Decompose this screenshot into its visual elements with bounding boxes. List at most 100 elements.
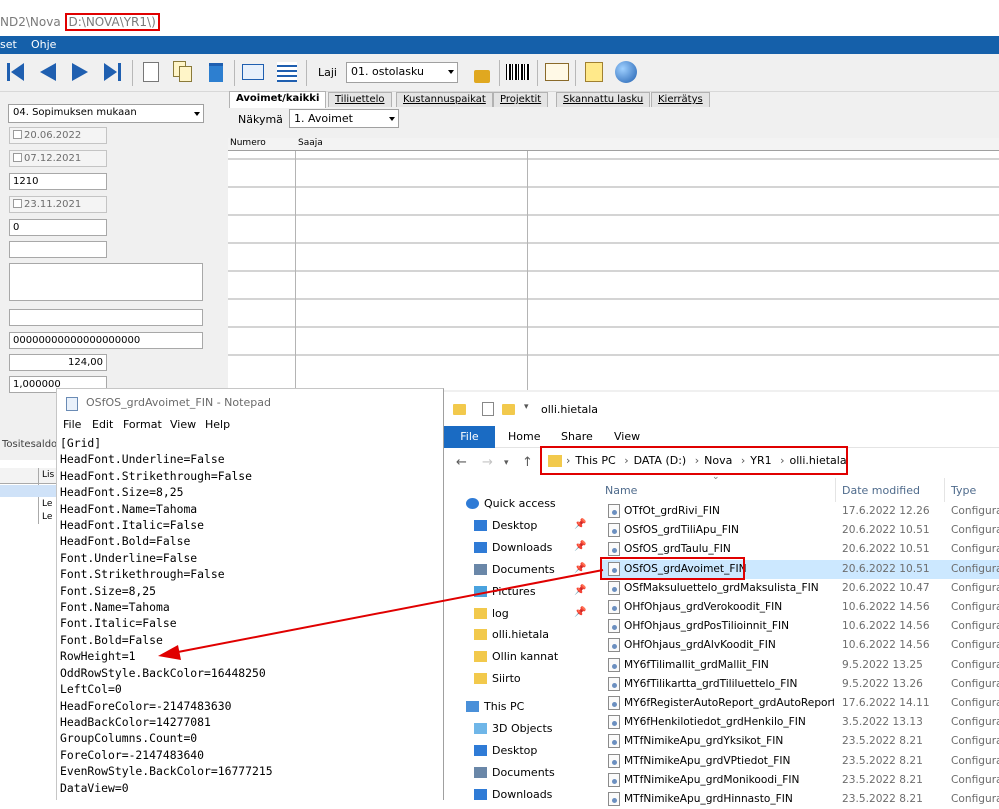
notepad-menu-edit[interactable]: Edit: [92, 418, 113, 431]
nav-item-olli-hietala[interactable]: olli.hietala: [444, 625, 594, 647]
breadcrumb-this-pc[interactable]: This PC: [575, 454, 615, 467]
file-row[interactable]: MY6fRegisterAutoReport_grdAutoReport... 1…: [600, 694, 999, 713]
nav-item-3d-objects[interactable]: 3D Objects: [444, 719, 594, 741]
notepad-menu-format[interactable]: Format: [123, 418, 162, 431]
data-grid[interactable]: [228, 138, 999, 390]
file-row[interactable]: OHfOhjaus_grdAlvKoodit_FIN 10.6.2022 14.5…: [600, 636, 999, 655]
first-record-icon[interactable]: [3, 60, 27, 84]
recent-locations-icon[interactable]: ▾: [504, 458, 509, 468]
nav-item-downloads[interactable]: Downloads: [444, 785, 594, 807]
new-document-icon[interactable]: [139, 60, 163, 84]
nav-item-log[interactable]: log 📌: [444, 604, 594, 626]
nav-item-desktop[interactable]: Desktop 📌: [444, 516, 594, 538]
reference-field[interactable]: 00000000000000000000: [9, 332, 203, 349]
amount-field[interactable]: 124,00: [9, 354, 107, 371]
file-row[interactable]: MTfNimikeApu_grdVPtiedot_FIN 23.5.2022 8.…: [600, 752, 999, 771]
laji-select[interactable]: 01. ostolasku: [346, 62, 458, 83]
table-view-icon[interactable]: [275, 60, 299, 84]
ribbon-tab-view[interactable]: View: [614, 430, 640, 443]
nav-item-pictures[interactable]: Pictures 📌: [444, 582, 594, 604]
barcode-icon[interactable]: [506, 60, 530, 84]
file-row[interactable]: MTfNimikeApu_grdYksikot_FIN 23.5.2022 8.2…: [600, 732, 999, 751]
pin-icon[interactable]: 📌: [574, 607, 586, 618]
nav-item-label: Pictures: [492, 585, 536, 598]
book-icon[interactable]: [545, 60, 569, 84]
delete-icon[interactable]: [204, 60, 228, 84]
payment-terms-select[interactable]: 04. Sopimuksen mukaan: [8, 104, 204, 123]
menu-item-set[interactable]: set: [0, 38, 17, 51]
ribbon-tab-home[interactable]: Home: [508, 430, 540, 443]
pin-icon[interactable]: 📌: [574, 541, 586, 552]
nav-item-documents[interactable]: Documents: [444, 763, 594, 785]
quick-access-toolbar-arrow-icon[interactable]: ▾: [524, 402, 529, 412]
nakyma-select[interactable]: 1. Avoimet: [289, 109, 399, 128]
breadcrumb-olli-hietala[interactable]: olli.hietala: [790, 454, 847, 467]
date-field-2[interactable]: 07.12.2021: [9, 150, 107, 167]
lock-icon[interactable]: [470, 60, 494, 84]
file-row[interactable]: MY6fTilimallit_grdMallit_FIN 9.5.2022 13.…: [600, 656, 999, 675]
notepad-menu-help[interactable]: Help: [205, 418, 230, 431]
breadcrumb-yr1[interactable]: YR1: [750, 454, 771, 467]
nav-item-this-pc[interactable]: This PC: [444, 697, 594, 719]
tab-kustannuspaikat[interactable]: Kustannuspaikat: [396, 92, 493, 107]
back-arrow-icon[interactable]: ←: [456, 455, 467, 470]
new-folder-icon[interactable]: [502, 404, 515, 415]
file-row[interactable]: OHfOhjaus_grdPosTilioinnit_FIN 10.6.2022 …: [600, 617, 999, 636]
number-field[interactable]: 1210: [9, 173, 107, 190]
file-row[interactable]: MY6fHenkilotiedot_grdHenkilo_FIN 3.5.2022…: [600, 713, 999, 732]
file-row[interactable]: MTfNimikeApu_grdMonikoodi_FIN 23.5.2022 8…: [600, 771, 999, 790]
menu-item-ohje[interactable]: Ohje: [31, 38, 56, 51]
nav-item-quick-access[interactable]: Quick access: [444, 494, 594, 516]
edit-notes-icon[interactable]: [582, 60, 606, 84]
file-row[interactable]: OSfMaksuluettelo_grdMaksulista_FIN 20.6.2…: [600, 579, 999, 598]
tab-tiliuettelo[interactable]: Tiliuettelo: [328, 92, 392, 107]
column-header-date-modified[interactable]: Date modified: [842, 484, 920, 497]
tab-avoimet-kaikki[interactable]: Avoimet/kaikki: [229, 91, 327, 108]
nav-item-ollin-kannat[interactable]: Ollin kannat: [444, 647, 594, 669]
ribbon-tab-file[interactable]: File: [444, 426, 495, 448]
nav-item-siirto[interactable]: Siirto: [444, 669, 594, 691]
side-grid-selected-row[interactable]: [0, 485, 56, 497]
notes-textarea[interactable]: [9, 263, 203, 301]
properties-icon[interactable]: [482, 402, 494, 416]
zero-field[interactable]: 0: [9, 219, 107, 236]
folder-icon: [474, 608, 487, 619]
nav-item-desktop[interactable]: Desktop: [444, 741, 594, 763]
up-arrow-icon[interactable]: ↑: [522, 455, 533, 470]
nav-item-documents[interactable]: Documents 📌: [444, 560, 594, 582]
notepad-menu-view[interactable]: View: [170, 418, 196, 431]
file-row[interactable]: OTfOt_grdRivi_FIN 17.6.2022 12.26 Configur…: [600, 502, 999, 521]
file-row[interactable]: OHfOhjaus_grdVerokoodit_FIN 10.6.2022 14.…: [600, 598, 999, 617]
date-field-1[interactable]: 20.06.2022: [9, 127, 107, 144]
file-row[interactable]: MY6fTilikartta_grdTililuettelo_FIN 9.5.20…: [600, 675, 999, 694]
tab-skannattu-lasku[interactable]: Skannattu lasku: [556, 92, 651, 107]
column-header-type[interactable]: Type: [951, 484, 976, 497]
bottom-strip: [0, 400, 60, 800]
nav-item-downloads[interactable]: Downloads 📌: [444, 538, 594, 560]
ribbon-tab-share[interactable]: Share: [561, 430, 593, 443]
address-bar[interactable]: › This PC › DATA (D:) › Nova › YR1 › olli.hie…: [540, 446, 848, 475]
tab-projektit[interactable]: Projektit: [493, 92, 549, 107]
copy-document-icon[interactable]: [171, 60, 195, 84]
last-record-icon[interactable]: [100, 60, 124, 84]
card-view-icon[interactable]: [241, 60, 265, 84]
pin-icon[interactable]: 📌: [574, 563, 586, 574]
next-record-icon[interactable]: [68, 60, 92, 84]
breadcrumb-data-d[interactable]: DATA (D:): [634, 454, 687, 467]
column-header-saaja[interactable]: Saaja: [298, 138, 323, 148]
file-row[interactable]: OSfOS_grdTiliApu_FIN 20.6.2022 10.51 Confi…: [600, 521, 999, 540]
pin-icon[interactable]: 📌: [574, 519, 586, 530]
globe-icon[interactable]: [614, 60, 638, 84]
column-header-numero[interactable]: Numero: [230, 138, 266, 148]
forward-arrow-icon[interactable]: →: [482, 455, 493, 470]
previous-record-icon[interactable]: [36, 60, 60, 84]
notepad-menu-file[interactable]: File: [63, 418, 81, 431]
notepad-text-area[interactable]: [Grid] HeadFont.Underline=False HeadFont.S…: [60, 435, 443, 799]
date-field-3[interactable]: 23.11.2021: [9, 196, 107, 213]
breadcrumb-nova[interactable]: Nova: [704, 454, 732, 467]
column-header-name[interactable]: Name: [605, 484, 637, 497]
pin-icon[interactable]: 📌: [574, 585, 586, 596]
empty-field[interactable]: [9, 241, 107, 258]
tab-kierratys[interactable]: Kierrätys: [651, 92, 710, 107]
empty-field-2[interactable]: [9, 309, 203, 326]
